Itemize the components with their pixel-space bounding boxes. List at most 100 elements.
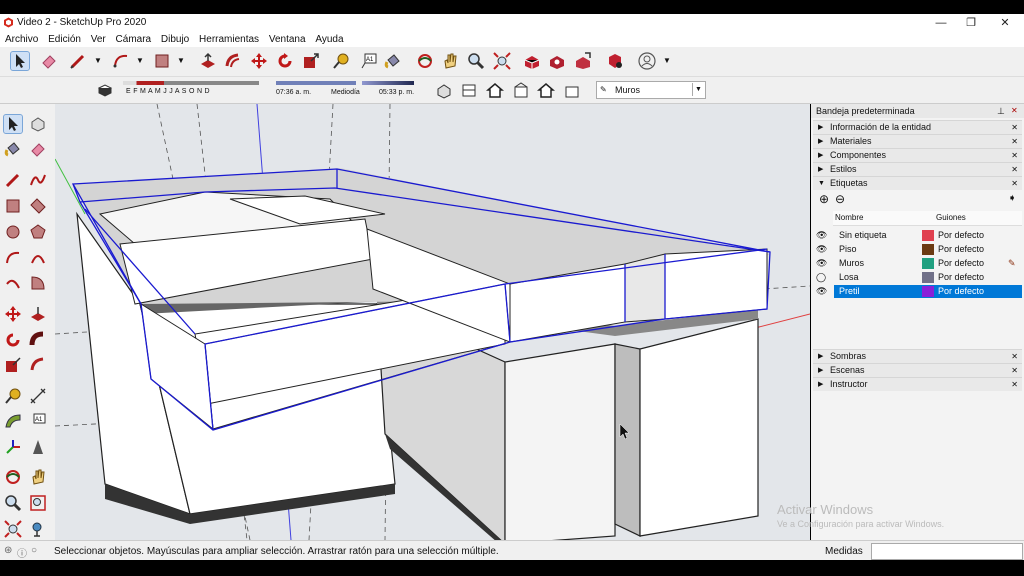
left-eraser-button[interactable]	[29, 140, 47, 158]
tray-close-icon[interactable]: ✕	[1011, 104, 1018, 118]
left-axes-button[interactable]	[4, 438, 22, 456]
menu-camara[interactable]: Cámara	[116, 32, 152, 47]
panel-close-icon[interactable]: ✕	[1011, 378, 1018, 391]
tag-dropdown[interactable]: ✎ Muros ▼	[596, 81, 706, 99]
tag-dashes[interactable]: Por defecto	[938, 243, 984, 256]
left-pan-button[interactable]	[29, 468, 47, 486]
arc-tool-button[interactable]	[112, 52, 130, 70]
geo-location-icon[interactable]: ⊛	[4, 545, 12, 556]
tag-row[interactable]: 👁 Piso Por defecto	[816, 243, 1022, 256]
menu-herramientas[interactable]: Herramientas	[199, 32, 259, 47]
panel-components[interactable]: ▶ Componentes ✕	[813, 148, 1022, 162]
left-polygon-button[interactable]	[29, 223, 47, 241]
left-dimension-button[interactable]	[29, 387, 47, 405]
time-slider-end[interactable]	[362, 81, 414, 85]
tag-row[interactable]: 👁 Muros Por defecto ✎	[816, 257, 1022, 270]
left-offset-button[interactable]	[29, 356, 47, 374]
left-rotate-button[interactable]	[4, 331, 22, 349]
tag-color-swatch[interactable]	[922, 258, 934, 269]
line-tool-button[interactable]	[69, 52, 87, 70]
add-tag-icon[interactable]: ⊕	[819, 192, 829, 206]
iso-view-button[interactable]	[435, 81, 453, 99]
delete-tag-icon[interactable]: ⊖	[835, 192, 845, 206]
panel-shadows[interactable]: ▶ Sombras ✕	[813, 349, 1022, 363]
left-rotated-rect-button[interactable]	[29, 197, 47, 215]
left-paint-button[interactable]	[4, 140, 22, 158]
account-dropdown-icon[interactable]: ▼	[663, 56, 671, 65]
tag-color-swatch[interactable]	[922, 272, 934, 283]
left-zoom-button[interactable]	[4, 494, 22, 512]
panel-close-icon[interactable]: ✕	[1011, 177, 1018, 190]
left-circle-button[interactable]	[4, 223, 22, 241]
zoom-button[interactable]	[467, 52, 485, 70]
help-icon[interactable]: ○	[31, 545, 37, 556]
left-orbit-button[interactable]	[4, 468, 22, 486]
top-view-button[interactable]	[460, 81, 478, 99]
left-scale-button[interactable]	[4, 356, 22, 374]
tag-dashes[interactable]: Por defecto	[938, 285, 984, 298]
credits-icon[interactable]: ⓘ	[17, 545, 27, 560]
tag-dashes[interactable]: Por defecto	[938, 271, 984, 284]
left-pie-button[interactable]	[29, 274, 47, 292]
share-model-button[interactable]	[574, 52, 592, 70]
left-line-button[interactable]	[4, 171, 22, 189]
menu-ayuda[interactable]: Ayuda	[315, 32, 343, 47]
tag-row[interactable]: 👁 Sin etiqueta Por defecto	[816, 229, 1022, 242]
model-viewport[interactable]	[55, 104, 810, 540]
column-name[interactable]: Nombre	[835, 213, 863, 222]
push-pull-button[interactable]	[199, 52, 217, 70]
left-protractor-button[interactable]	[4, 412, 22, 430]
panel-instructor[interactable]: ▶ Instructor ✕	[813, 377, 1022, 391]
left-arc-button[interactable]	[4, 249, 22, 267]
panel-close-icon[interactable]: ✕	[1011, 163, 1018, 176]
left-push-pull-button[interactable]	[29, 305, 47, 323]
left-3pt-arc-button[interactable]	[4, 274, 22, 292]
tag-dashes[interactable]: Por defecto	[938, 257, 984, 270]
left-view-button[interactable]	[563, 81, 581, 99]
menu-archivo[interactable]: Archivo	[5, 32, 38, 47]
close-button[interactable]: ✕	[990, 16, 1020, 30]
back-view-button[interactable]	[536, 81, 556, 99]
panel-close-icon[interactable]: ✕	[1011, 350, 1018, 363]
arc-dropdown-icon[interactable]: ▼	[136, 56, 144, 65]
eye-hidden-icon[interactable]: ◯	[816, 271, 826, 284]
panel-close-icon[interactable]: ✕	[1011, 364, 1018, 377]
tag-color-swatch[interactable]	[922, 230, 934, 241]
active-tag-pencil-icon[interactable]: ✎	[1008, 257, 1016, 270]
front-view-button[interactable]	[485, 81, 505, 99]
measurements-field[interactable]	[871, 543, 1023, 560]
panel-tags[interactable]: ▼ Etiquetas ✕	[813, 176, 1022, 190]
panel-entity-info[interactable]: ▶ Información de la entidad ✕	[813, 120, 1022, 134]
tape-measure-button[interactable]	[332, 52, 350, 70]
eye-visible-icon[interactable]: 👁	[816, 257, 827, 270]
eraser-tool-button[interactable]	[40, 52, 58, 70]
tag-color-swatch[interactable]	[922, 286, 934, 297]
tag-details-icon[interactable]: ➧	[1008, 193, 1016, 204]
time-slider[interactable]	[276, 81, 356, 85]
offset-button[interactable]	[224, 52, 242, 70]
panel-scenes[interactable]: ▶ Escenas ✕	[813, 363, 1022, 377]
extension-warehouse-button[interactable]	[548, 52, 566, 70]
left-component-button[interactable]	[29, 115, 47, 133]
panel-close-icon[interactable]: ✕	[1011, 135, 1018, 148]
left-3d-text-button[interactable]	[29, 438, 47, 456]
panel-styles[interactable]: ▶ Estilos ✕	[813, 162, 1022, 176]
tag-dashes[interactable]: Por defecto	[938, 229, 984, 242]
right-view-button[interactable]	[512, 81, 530, 99]
select-tool-button[interactable]	[10, 51, 30, 71]
menu-edicion[interactable]: Edición	[48, 32, 81, 47]
eye-visible-icon[interactable]: 👁	[816, 285, 827, 298]
left-zoom-extents-button[interactable]	[4, 520, 22, 538]
line-dropdown-icon[interactable]: ▼	[94, 56, 102, 65]
minimize-button[interactable]: —	[926, 16, 956, 30]
left-text-button[interactable]: A1	[29, 412, 47, 430]
orbit-button[interactable]	[416, 52, 434, 70]
menu-ventana[interactable]: Ventana	[269, 32, 306, 47]
chevron-down-icon[interactable]: ▼	[692, 83, 704, 96]
text-button[interactable]: A1	[360, 52, 378, 70]
menu-dibujo[interactable]: Dibujo	[161, 32, 189, 47]
left-rectangle-button[interactable]	[4, 197, 22, 215]
left-2pt-arc-button[interactable]	[29, 249, 47, 267]
move-button[interactable]	[250, 52, 268, 70]
left-position-camera-button[interactable]	[29, 520, 47, 538]
